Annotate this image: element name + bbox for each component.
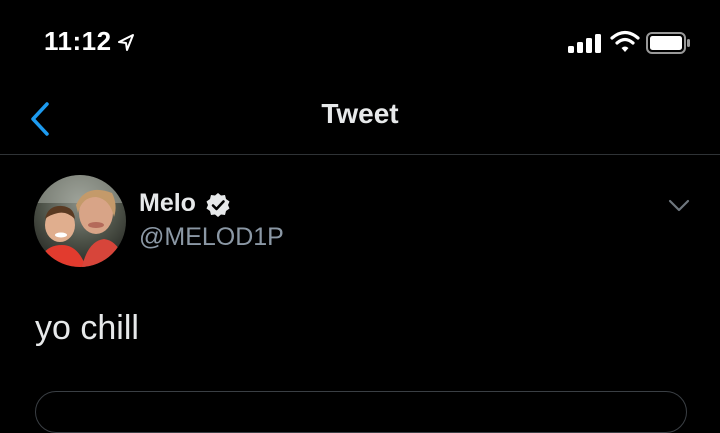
nav-bar: Tweet [0,88,720,155]
profile-photo [34,175,126,267]
location-arrow-icon [118,34,134,51]
verified-badge-icon [206,193,230,217]
avatar[interactable] [34,175,126,267]
chevron-down-icon [668,199,690,212]
tweet-options-button[interactable] [664,193,694,217]
tweet-text: yo chill [35,309,139,347]
cellular-signal-icon [568,34,601,53]
status-time: 11:12 [44,26,112,56]
author-display-name[interactable]: Melo [139,189,196,218]
quoted-tweet-card[interactable] [35,391,687,433]
author-handle[interactable]: @MELOD1P [139,223,284,252]
page-title: Tweet [321,98,399,129]
battery-icon [646,32,690,54]
tweet-detail: Melo @MELOD1P yo chill [0,155,720,433]
wifi-icon [610,30,640,52]
status-bar: 11:12 [0,0,720,88]
